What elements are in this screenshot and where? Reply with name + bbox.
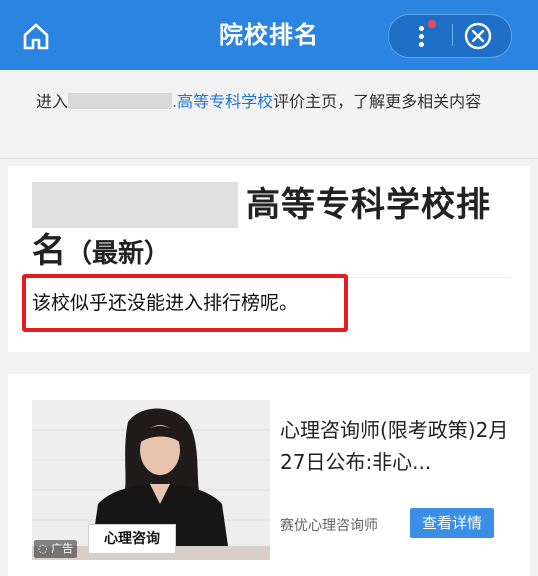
school-profile-link[interactable]: .高等专科学校 — [172, 92, 273, 111]
capsule-divider — [452, 24, 453, 46]
ad-badge: ◌ 广告 — [34, 540, 78, 558]
redacted-school-name — [68, 93, 173, 109]
ad-image[interactable]: 心理咨询 ◌ 广告 — [32, 400, 270, 560]
intro-prefix: 进入 — [36, 92, 69, 111]
ad-title[interactable]: 心理咨询师(限考政策)2月27日公布:非心... — [280, 414, 520, 478]
top-navigation-bar: 院校排名 — [0, 0, 538, 70]
ranking-title-line1: 高等专科学校排 — [246, 185, 491, 225]
intro-suffix: 评价主页，了解更多相关内容 — [273, 92, 482, 111]
view-details-button[interactable]: 查看详情 — [410, 508, 494, 538]
ranking-title-tail: 名 — [32, 231, 66, 271]
ad-source: 赛优心理咨询师 — [280, 518, 378, 534]
intro-section: 进入 .高等专科学校评价主页，了解更多相关内容 — [0, 70, 538, 159]
ad-badge-label: 广告 — [51, 542, 74, 555]
ad-card[interactable]: 心理咨询 ◌ 广告 心理咨询师(限考政策)2月27日公布:非心... 赛优心理咨… — [8, 374, 530, 576]
ad-image-sign: 心理咨询 — [88, 524, 176, 554]
ranking-title-latest: （最新） — [66, 239, 171, 269]
intro-text: 进入 .高等专科学校评价主页，了解更多相关内容 — [36, 88, 506, 116]
redacted-school-name-heading — [32, 182, 238, 228]
close-circle-icon — [464, 22, 492, 50]
ranking-title-line2: 名（最新） — [32, 228, 170, 277]
ranking-card: 高等专科学校排 名（最新） 该校似乎还没能进入排行榜呢。 — [8, 166, 530, 352]
home-icon — [23, 23, 49, 50]
home-button[interactable] — [18, 18, 54, 54]
close-button[interactable] — [462, 20, 494, 52]
notification-dot — [428, 20, 436, 28]
ranking-notice: 该校似乎还没能进入排行榜呢。 — [32, 292, 299, 314]
